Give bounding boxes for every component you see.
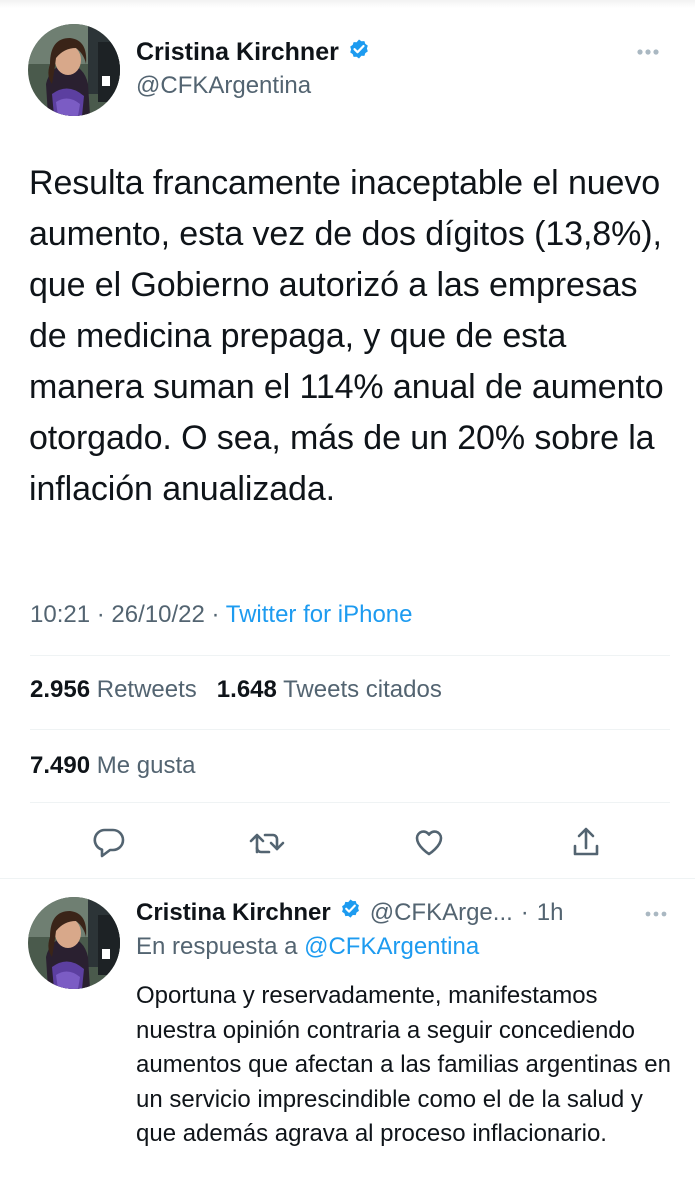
retweet-icon[interactable] — [247, 822, 287, 867]
reply-tweet-text: Oportuna y reservadamente, manifestamos … — [136, 982, 671, 1147]
tweet-metadata: 10:21 · 26/10/22 · Twitter for iPhone — [30, 601, 412, 629]
divider — [30, 729, 670, 730]
in-reply-prefix: En respuesta a — [136, 933, 298, 960]
action-bar — [0, 822, 695, 862]
tweet-time: 10:21 — [30, 601, 91, 628]
reply-header: Cristina Kirchner @CFKArge... · 1h — [136, 898, 563, 928]
divider — [30, 655, 670, 656]
verified-badge-icon — [339, 898, 362, 928]
likes-label[interactable]: Me gusta — [97, 752, 196, 779]
likes-stats: 7.490 Me gusta — [30, 752, 195, 780]
reply-avatar[interactable] — [28, 897, 120, 989]
quotes-label[interactable]: Tweets citados — [283, 676, 442, 703]
meta-separator: · — [211, 601, 220, 628]
tweet-text: Resulta francamente inaceptable el nuevo… — [29, 164, 664, 508]
reply-icon[interactable] — [89, 822, 129, 867]
retweets-label[interactable]: Retweets — [97, 676, 197, 703]
author-name[interactable]: Cristina Kirchner — [136, 38, 339, 67]
top-edge-shadow — [0, 0, 695, 8]
tweet-date: 26/10/22 — [111, 601, 205, 628]
divider — [0, 878, 695, 879]
reply-author-name[interactable]: Cristina Kirchner — [136, 899, 331, 927]
in-reply-mention-link[interactable]: @CFKArgentina — [304, 933, 479, 960]
tweet-source-link[interactable]: Twitter for iPhone — [226, 601, 413, 628]
reply-author-handle[interactable]: @CFKArge... — [370, 899, 513, 927]
share-icon[interactable] — [566, 822, 606, 867]
avatar[interactable] — [28, 24, 120, 116]
quotes-count[interactable]: 1.648 — [217, 676, 277, 703]
author-handle[interactable]: @CFKArgentina — [136, 72, 311, 100]
in-reply-to: En respuesta a @CFKArgentina — [136, 933, 479, 961]
likes-count[interactable]: 7.490 — [30, 752, 90, 779]
meta-separator: · — [96, 601, 105, 628]
engagement-stats: 2.956 Retweets 1.648 Tweets citados — [30, 676, 442, 704]
retweets-count[interactable]: 2.956 — [30, 676, 90, 703]
reply-time: 1h — [536, 899, 564, 926]
verified-badge-icon — [347, 38, 371, 67]
more-options-icon[interactable] — [628, 40, 668, 69]
more-options-icon[interactable] — [640, 906, 672, 927]
meta-separator: · — [520, 899, 529, 926]
divider — [30, 802, 670, 803]
like-icon[interactable] — [409, 822, 449, 867]
